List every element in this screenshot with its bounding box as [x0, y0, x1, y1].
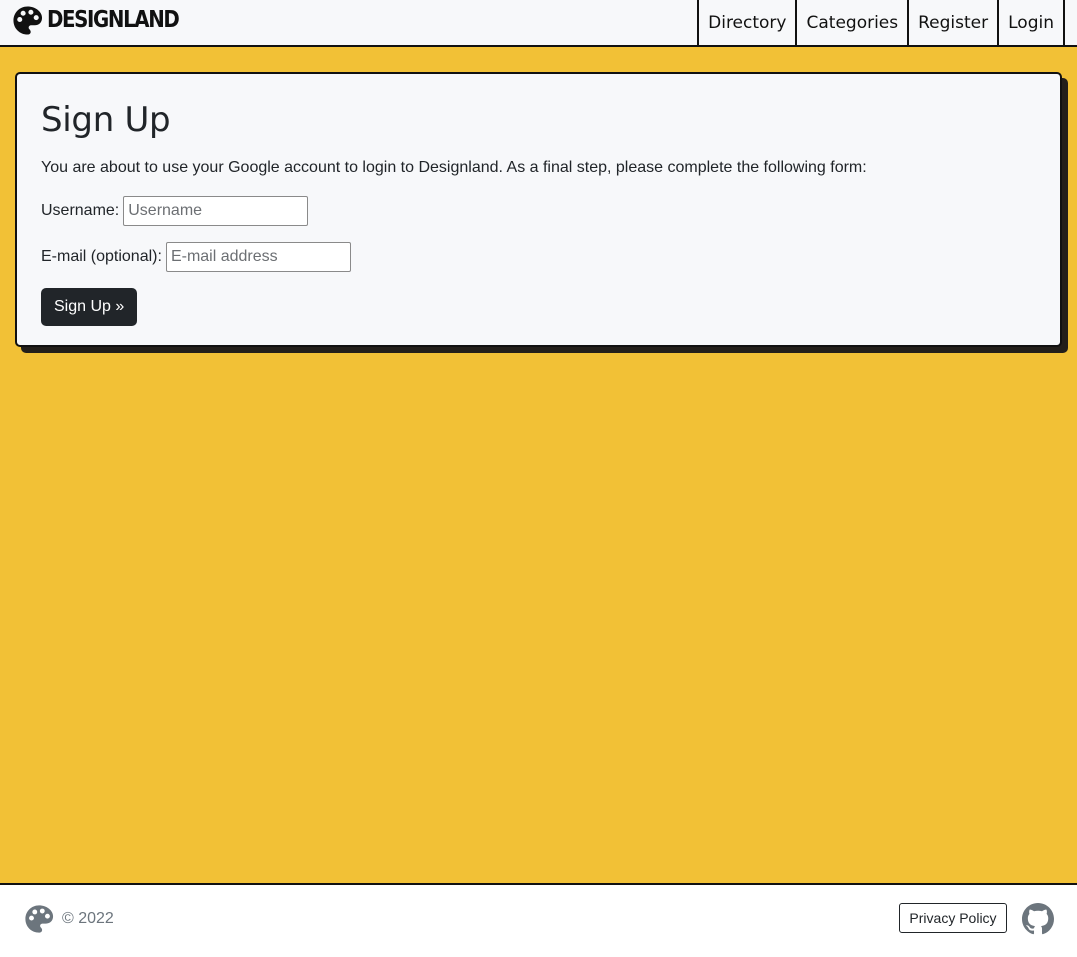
footer-brand: © 2022: [24, 903, 114, 935]
brand-name: DESIGNLAND: [47, 7, 180, 33]
signup-submit-button[interactable]: Sign Up »: [41, 288, 138, 326]
brand-logo-link[interactable]: DESIGNLAND: [12, 5, 200, 35]
site-footer: © 2022 Privacy Policy: [0, 883, 1077, 957]
username-label: Username:: [41, 202, 120, 219]
nav-register[interactable]: Register: [907, 0, 997, 45]
signup-card: Sign Up You are about to use your Google…: [15, 72, 1062, 347]
nav-directory[interactable]: Directory: [697, 0, 795, 45]
privacy-policy-button[interactable]: Privacy Policy: [899, 903, 1007, 933]
github-icon: [1022, 903, 1054, 935]
github-link[interactable]: [1022, 903, 1054, 935]
nav-login[interactable]: Login: [997, 0, 1065, 45]
site-header: DESIGNLAND Directory Categories Register…: [0, 0, 1077, 47]
copyright-text: © 2022: [62, 910, 114, 927]
palette-icon: [25, 905, 54, 933]
email-input[interactable]: [165, 242, 351, 272]
signup-intro-text: You are about to use your Google account…: [41, 159, 867, 176]
username-input[interactable]: [123, 196, 309, 226]
email-row: E-mail (optional):: [41, 242, 1036, 272]
palette-icon: [13, 5, 43, 35]
page-title: Sign Up: [41, 100, 171, 140]
username-row: Username:: [41, 196, 1036, 226]
nav-categories[interactable]: Categories: [795, 0, 907, 45]
email-label: E-mail (optional):: [41, 248, 162, 265]
main-nav: Directory Categories Register Login: [697, 0, 1065, 45]
